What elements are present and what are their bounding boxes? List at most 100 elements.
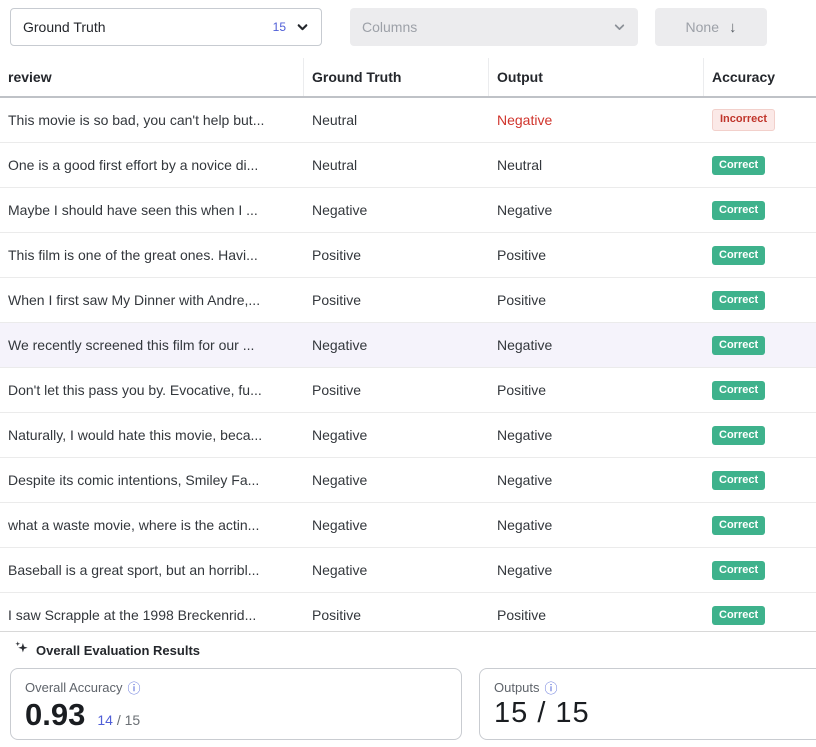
output-cell: Positive — [489, 247, 704, 263]
ground-truth-cell: Neutral — [304, 112, 489, 128]
output-cell: Negative — [489, 337, 704, 353]
ground-truth-cell: Positive — [304, 247, 489, 263]
review-cell: Baseball is a great sport, but an horrib… — [0, 562, 304, 578]
accuracy-cell: Correct — [704, 380, 816, 400]
results-cards: Overall Accuracy ⓘ 0.93 14 / 15 Outputs … — [0, 666, 816, 740]
table-row[interactable]: what a waste movie, where is the actin..… — [0, 503, 816, 548]
chevron-down-icon — [613, 21, 626, 34]
column-header-review[interactable]: review — [0, 58, 304, 96]
accuracy-cell: Correct — [704, 245, 816, 265]
table-row[interactable]: One is a good first effort by a novice d… — [0, 143, 816, 188]
output-cell: Negative — [489, 517, 704, 533]
info-icon[interactable]: ⓘ — [128, 678, 141, 697]
toolbar: Ground Truth 15 Columns None ↓ — [0, 0, 816, 54]
evaluation-results-app: Ground Truth 15 Columns None ↓ review Gr… — [0, 0, 816, 747]
ground-truth-cell: Positive — [304, 292, 489, 308]
ground-truth-cell: Negative — [304, 472, 489, 488]
overall-results-title: Overall Evaluation Results — [36, 643, 200, 658]
accuracy-badge: Correct — [712, 606, 765, 625]
overall-accuracy-card: Overall Accuracy ⓘ 0.93 14 / 15 — [10, 668, 462, 740]
chevron-down-icon — [296, 21, 309, 34]
review-cell: what a waste movie, where is the actin..… — [0, 517, 304, 533]
outputs-value: 15 / 15 — [494, 697, 590, 730]
review-cell: Naturally, I would hate this movie, beca… — [0, 427, 304, 443]
output-cell: Positive — [489, 382, 704, 398]
accuracy-cell: Correct — [704, 200, 816, 220]
table-row[interactable]: Baseball is a great sport, but an horrib… — [0, 548, 816, 593]
accuracy-cell: Incorrect — [704, 109, 816, 130]
accuracy-badge: Correct — [712, 381, 765, 400]
accuracy-badge: Correct — [712, 471, 765, 490]
column-header-output[interactable]: Output — [489, 58, 704, 96]
sparkles-icon — [14, 640, 29, 660]
output-cell: Neutral — [489, 157, 704, 173]
accuracy-badge: Correct — [712, 201, 765, 220]
accuracy-badge: Correct — [712, 561, 765, 580]
output-cell: Negative — [489, 112, 704, 128]
arrow-down-icon: ↓ — [729, 19, 737, 36]
overall-accuracy-fraction: 14 / 15 — [97, 712, 140, 728]
accuracy-cell: Correct — [704, 515, 816, 535]
review-cell: One is a good first effort by a novice d… — [0, 157, 304, 173]
ground-truth-cell: Positive — [304, 607, 489, 623]
review-cell: This movie is so bad, you can't help but… — [0, 112, 304, 128]
table-row[interactable]: Don't let this pass you by. Evocative, f… — [0, 368, 816, 413]
overall-accuracy-label: Overall Accuracy — [25, 680, 123, 695]
ground-truth-cell: Negative — [304, 337, 489, 353]
ground-truth-cell: Negative — [304, 427, 489, 443]
overall-accuracy-value: 0.93 — [25, 697, 85, 733]
table-row[interactable]: We recently screened this film for our .… — [0, 323, 816, 368]
columns-select-label: Columns — [362, 19, 417, 35]
results-table: review Ground Truth Output Accuracy This… — [0, 58, 816, 631]
review-cell: This film is one of the great ones. Havi… — [0, 247, 304, 263]
sort-button-label: None — [686, 19, 719, 35]
review-cell: Don't let this pass you by. Evocative, f… — [0, 382, 304, 398]
sort-button[interactable]: None ↓ — [655, 8, 767, 46]
accuracy-cell: Correct — [704, 335, 816, 355]
table-header: review Ground Truth Output Accuracy — [0, 58, 816, 98]
ground-truth-count-badge: 15 — [273, 20, 286, 34]
output-cell: Negative — [489, 427, 704, 443]
table-row[interactable]: When I first saw My Dinner with Andre,..… — [0, 278, 816, 323]
accuracy-cell: Correct — [704, 605, 816, 625]
output-cell: Negative — [489, 472, 704, 488]
table-row[interactable]: Naturally, I would hate this movie, beca… — [0, 413, 816, 458]
review-cell: Maybe I should have seen this when I ... — [0, 202, 304, 218]
output-cell: Positive — [489, 607, 704, 623]
overall-results-section: Overall Evaluation Results Overall Accur… — [0, 631, 816, 747]
ground-truth-cell: Positive — [304, 382, 489, 398]
table-row[interactable]: This movie is so bad, you can't help but… — [0, 98, 816, 143]
accuracy-badge: Correct — [712, 426, 765, 445]
review-cell: I saw Scrapple at the 1998 Breckenrid... — [0, 607, 304, 623]
table-row[interactable]: I saw Scrapple at the 1998 Breckenrid...… — [0, 593, 816, 631]
accuracy-badge: Correct — [712, 156, 765, 175]
ground-truth-select-label: Ground Truth — [23, 19, 106, 35]
table-row[interactable]: Maybe I should have seen this when I ...… — [0, 188, 816, 233]
table-body: This movie is so bad, you can't help but… — [0, 98, 816, 631]
accuracy-cell: Correct — [704, 560, 816, 580]
accuracy-cell: Correct — [704, 470, 816, 490]
review-cell: When I first saw My Dinner with Andre,..… — [0, 292, 304, 308]
columns-select[interactable]: Columns — [350, 8, 638, 46]
outputs-card: Outputs ⓘ 15 / 15 — [479, 668, 816, 740]
output-cell: Positive — [489, 292, 704, 308]
accuracy-cell: Correct — [704, 425, 816, 445]
info-icon[interactable]: ⓘ — [545, 678, 558, 697]
overall-results-header: Overall Evaluation Results — [0, 632, 816, 666]
accuracy-badge: Incorrect — [712, 109, 775, 130]
outputs-label: Outputs — [494, 680, 540, 695]
ground-truth-cell: Negative — [304, 202, 489, 218]
accuracy-badge: Correct — [712, 246, 765, 265]
accuracy-badge: Correct — [712, 336, 765, 355]
ground-truth-cell: Negative — [304, 517, 489, 533]
column-header-accuracy[interactable]: Accuracy — [704, 58, 816, 96]
column-header-ground-truth[interactable]: Ground Truth — [304, 58, 489, 96]
ground-truth-cell: Neutral — [304, 157, 489, 173]
ground-truth-cell: Negative — [304, 562, 489, 578]
ground-truth-select[interactable]: Ground Truth 15 — [10, 8, 322, 46]
review-cell: We recently screened this film for our .… — [0, 337, 304, 353]
accuracy-badge: Correct — [712, 291, 765, 310]
accuracy-cell: Correct — [704, 155, 816, 175]
table-row[interactable]: This film is one of the great ones. Havi… — [0, 233, 816, 278]
table-row[interactable]: Despite its comic intentions, Smiley Fa.… — [0, 458, 816, 503]
